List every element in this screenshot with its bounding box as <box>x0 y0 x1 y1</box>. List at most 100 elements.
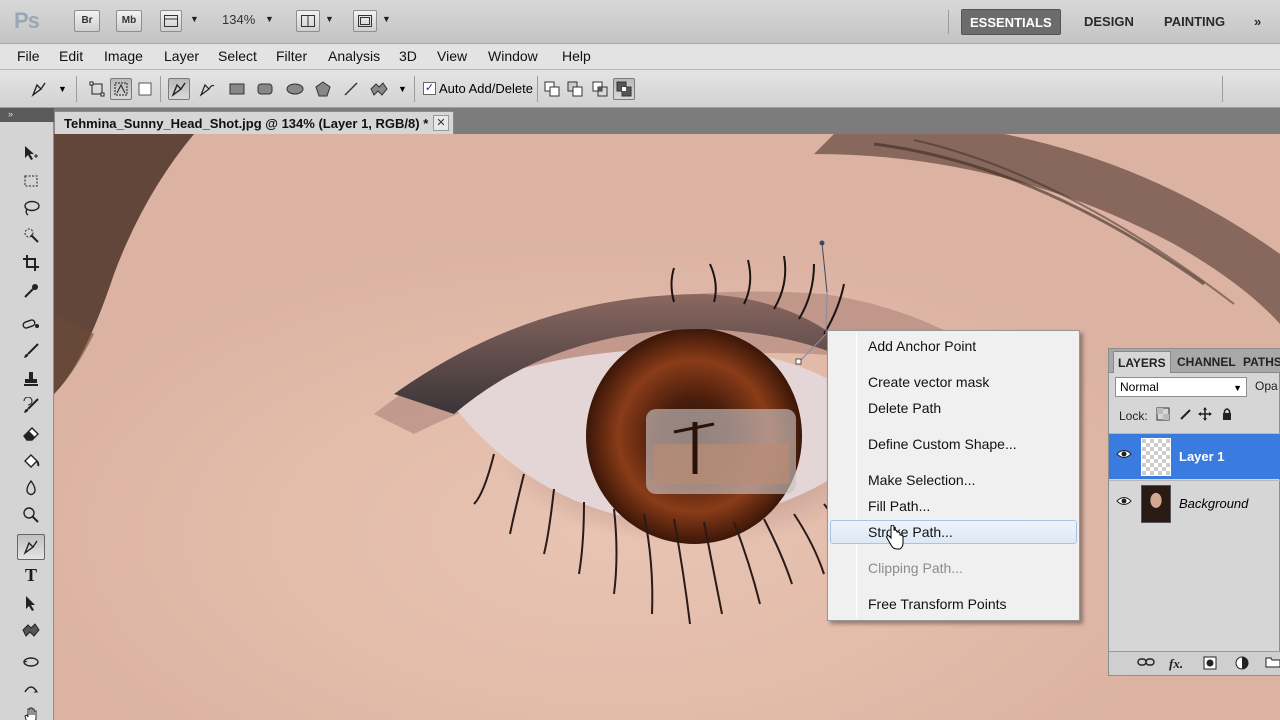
layer-name[interactable]: Background <box>1179 496 1248 511</box>
brush-tool-icon[interactable] <box>17 338 45 364</box>
more-workspaces-icon[interactable]: » <box>1246 9 1269 35</box>
path-combine-exclude-icon[interactable] <box>613 78 635 100</box>
ellipse-tool-icon[interactable] <box>284 78 306 100</box>
new-group-icon[interactable] <box>1265 656 1280 671</box>
menu-help[interactable]: Help <box>562 48 591 64</box>
polygon-tool-icon[interactable] <box>312 78 334 100</box>
view-extras-dropdown-icon[interactable]: ▼ <box>190 14 199 24</box>
menu-select[interactable]: Select <box>218 48 257 64</box>
menu-filter[interactable]: Filter <box>276 48 307 64</box>
dodge-tool-icon[interactable] <box>17 502 45 528</box>
path-selection-tool-icon[interactable] <box>17 590 45 616</box>
3d-rotate-tool-icon[interactable] <box>17 649 45 675</box>
layer-row-background[interactable]: Background <box>1109 480 1280 526</box>
menu-item-create-vector-mask[interactable]: Create vector mask <box>830 370 1077 394</box>
visibility-eye-icon[interactable] <box>1115 448 1133 464</box>
menu-item-define-custom-shape[interactable]: Define Custom Shape... <box>830 432 1077 456</box>
crop-tool-icon[interactable] <box>17 250 45 276</box>
workspace-design[interactable]: DESIGN <box>1076 9 1142 35</box>
eyedropper-tool-icon[interactable] <box>17 278 45 304</box>
geometry-options-dropdown-icon[interactable]: ▼ <box>398 84 407 94</box>
screen-mode-button[interactable] <box>353 10 377 32</box>
document-tab[interactable]: Tehmina_Sunny_Head_Shot.jpg @ 134% (Laye… <box>54 111 454 134</box>
menu-window[interactable]: Window <box>488 48 538 64</box>
menu-layer[interactable]: Layer <box>164 48 199 64</box>
pen-tool-icon[interactable] <box>17 534 45 560</box>
clone-stamp-tool-icon[interactable] <box>17 366 45 392</box>
eraser-tool-icon[interactable] <box>17 420 45 446</box>
menu-file[interactable]: File <box>17 48 40 64</box>
lock-transparent-pixels-icon[interactable] <box>1155 407 1171 423</box>
workspace-painting[interactable]: PAINTING <box>1156 9 1233 35</box>
lock-all-icon[interactable] <box>1219 407 1235 423</box>
zoom-dropdown-icon[interactable]: ▼ <box>265 14 274 24</box>
move-tool-icon[interactable] <box>17 140 45 166</box>
adjustment-layer-icon[interactable] <box>1235 656 1249 673</box>
add-layer-mask-icon[interactable] <box>1203 656 1217 673</box>
layer-name[interactable]: Layer 1 <box>1179 449 1225 464</box>
layer-style-fx-icon[interactable]: fx. <box>1169 656 1183 672</box>
marquee-tool-icon[interactable] <box>17 168 45 194</box>
menu-3d[interactable]: 3D <box>399 48 417 64</box>
lock-image-pixels-icon[interactable] <box>1177 407 1193 423</box>
layer-row-layer-1[interactable]: Layer 1 <box>1109 433 1280 479</box>
path-combine-subtract-icon[interactable] <box>564 78 586 100</box>
menu-item-make-selection[interactable]: Make Selection... <box>830 468 1077 492</box>
path-combine-add-icon[interactable] <box>541 78 563 100</box>
tools-panel-grip[interactable]: » <box>0 108 54 122</box>
lasso-tool-icon[interactable] <box>17 195 45 221</box>
tab-channels[interactable]: CHANNEL <box>1173 351 1240 373</box>
visibility-eye-icon[interactable] <box>1115 495 1133 511</box>
menu-view[interactable]: View <box>437 48 467 64</box>
menu-item-fill-path[interactable]: Fill Path... <box>830 494 1077 518</box>
view-extras-button[interactable] <box>160 10 182 32</box>
fill-pixels-icon[interactable] <box>134 78 156 100</box>
auto-add-delete-checkbox[interactable]: ✓ <box>423 82 436 95</box>
screen-mode-dropdown-icon[interactable]: ▼ <box>382 14 391 24</box>
blur-tool-icon[interactable] <box>17 475 45 501</box>
blend-mode-select[interactable]: Normal ▼ <box>1115 377 1247 397</box>
menu-item-free-transform-points[interactable]: Free Transform Points <box>830 592 1077 616</box>
link-layers-icon[interactable] <box>1137 656 1155 671</box>
hand-tool-icon[interactable] <box>17 702 45 720</box>
freeform-pen-tool-icon[interactable] <box>196 78 218 100</box>
workspace-essentials[interactable]: ESSENTIALS <box>961 9 1061 35</box>
custom-shape-tool-icon[interactable] <box>368 78 390 100</box>
opacity-label[interactable]: Opa <box>1255 379 1278 393</box>
expand-icon[interactable]: » <box>8 109 13 119</box>
custom-shape-tool-icon[interactable] <box>17 617 45 643</box>
tab-paths[interactable]: PATHS <box>1239 351 1280 373</box>
menu-item-delete-path[interactable]: Delete Path <box>830 396 1077 420</box>
path-anchor-point[interactable] <box>795 358 802 365</box>
history-brush-tool-icon[interactable] <box>17 393 45 419</box>
type-tool-icon[interactable]: T <box>17 562 45 588</box>
menu-item-stroke-path[interactable]: Stroke Path... <box>830 520 1077 544</box>
pen-tool-preset-icon[interactable] <box>28 78 50 100</box>
pen-tool-icon[interactable] <box>168 78 190 100</box>
menu-analysis[interactable]: Analysis <box>328 48 380 64</box>
rounded-rectangle-tool-icon[interactable] <box>254 78 276 100</box>
tool-preset-dropdown-icon[interactable]: ▼ <box>58 84 67 94</box>
menu-edit[interactable]: Edit <box>59 48 83 64</box>
arrange-dropdown-icon[interactable]: ▼ <box>325 14 334 24</box>
close-document-icon[interactable]: ✕ <box>433 115 449 131</box>
menu-item-add-anchor-point[interactable]: Add Anchor Point <box>830 334 1077 358</box>
path-direction-handle[interactable] <box>819 240 825 246</box>
zoom-level[interactable]: 134% <box>222 12 255 27</box>
paths-mode-icon[interactable] <box>110 78 132 100</box>
arrange-documents-button[interactable] <box>296 10 320 32</box>
quick-selection-tool-icon[interactable] <box>17 222 45 248</box>
tab-layers[interactable]: LAYERS <box>1113 351 1171 373</box>
launch-bridge-button[interactable]: Br <box>74 10 100 32</box>
shape-layers-icon[interactable] <box>86 78 108 100</box>
3d-orbit-tool-icon[interactable] <box>17 676 45 702</box>
rectangle-tool-icon[interactable] <box>226 78 248 100</box>
paint-bucket-tool-icon[interactable] <box>17 448 45 474</box>
document-canvas[interactable] <box>54 134 1280 720</box>
lock-position-icon[interactable] <box>1197 407 1213 423</box>
path-combine-intersect-icon[interactable] <box>589 78 611 100</box>
menu-image[interactable]: Image <box>104 48 143 64</box>
spot-healing-brush-tool-icon[interactable] <box>17 311 45 337</box>
launch-mini-bridge-button[interactable]: Mb <box>116 10 142 32</box>
line-tool-icon[interactable] <box>340 78 362 100</box>
